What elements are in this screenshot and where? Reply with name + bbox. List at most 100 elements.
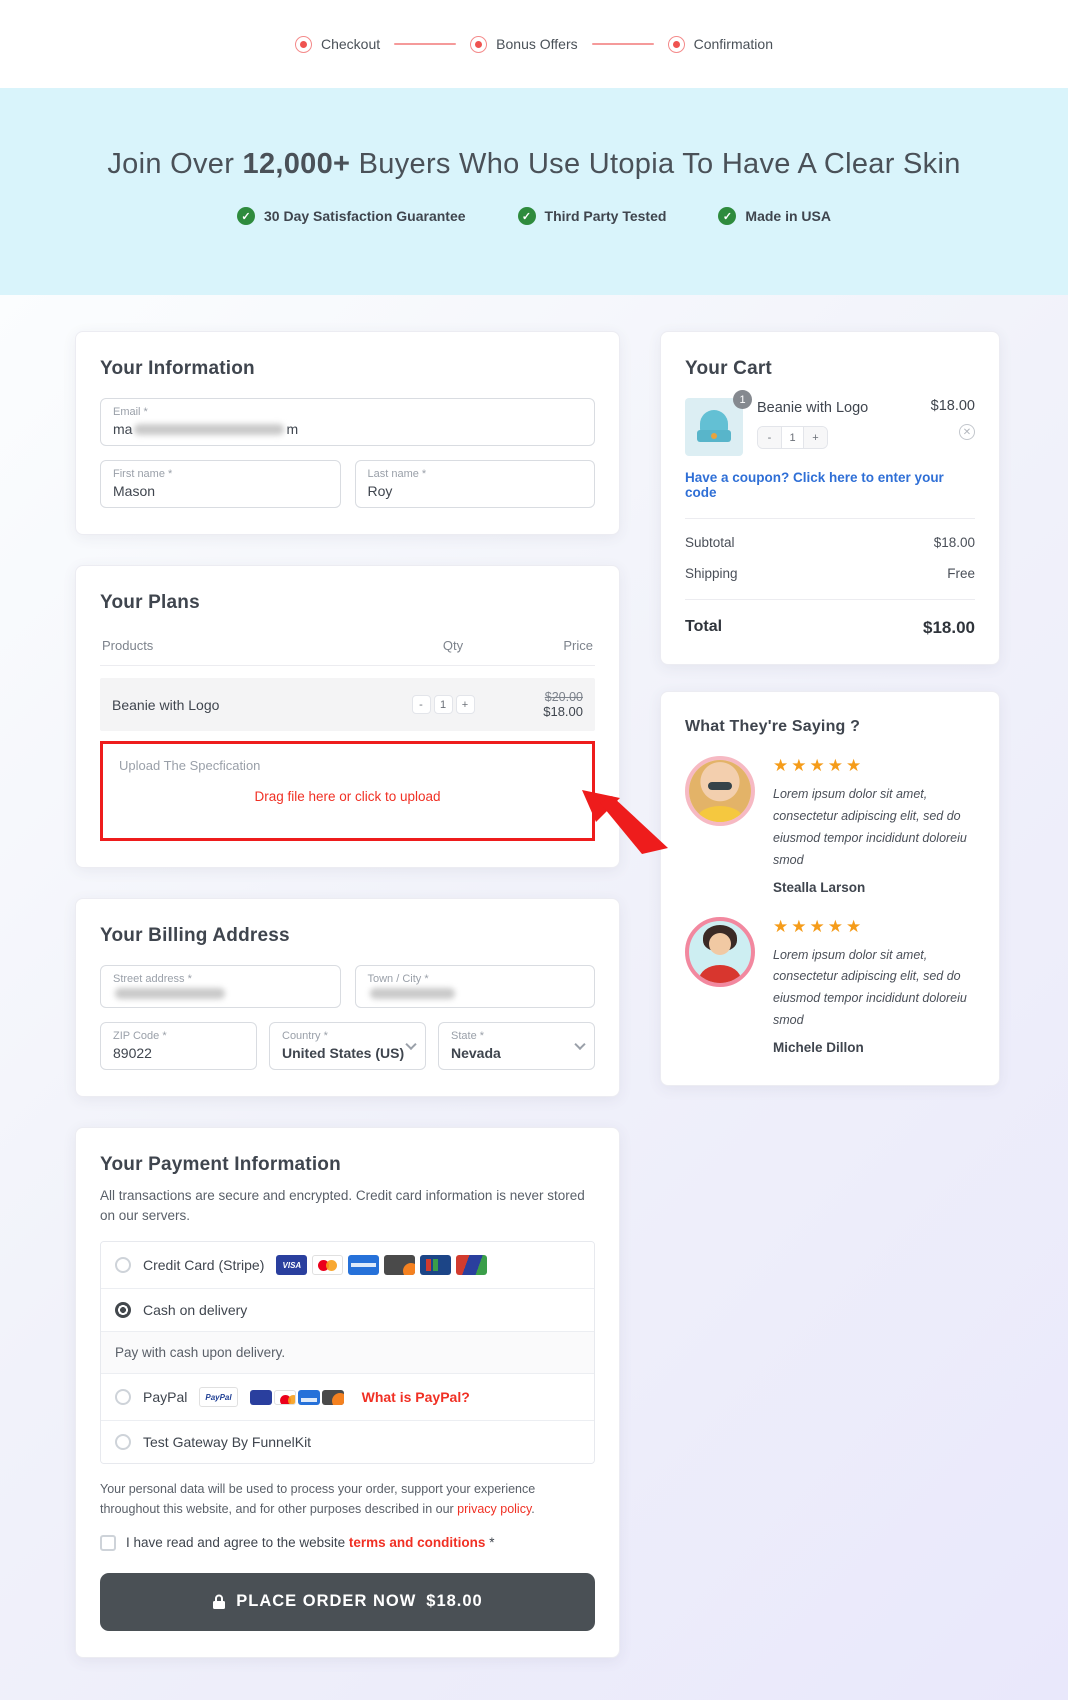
steps: Checkout Bonus Offers Confirmation	[295, 35, 773, 53]
total-value: $18.00	[923, 618, 975, 637]
cart-item-price: $18.00	[930, 398, 975, 414]
remove-item-icon[interactable]: ✕	[959, 424, 975, 440]
star-rating: ★★★★★	[773, 756, 865, 775]
radio-unselected-icon[interactable]	[115, 1257, 131, 1274]
col-price: Price	[563, 638, 593, 653]
your-cart-card: Your Cart 1 Beanie with Logo - 1 + $18.0…	[660, 331, 1000, 665]
testimonial-body: ★★★★★ Lorem ipsum dolor sit amet, consec…	[773, 756, 975, 895]
qty-increase-button[interactable]: +	[455, 695, 475, 714]
town-city-field[interactable]: Town / City *	[354, 965, 595, 1008]
shipping-row: Shipping Free	[685, 566, 975, 581]
terms-agreement-row: I have read and agree to the website ter…	[100, 1534, 595, 1551]
email-label: Email *	[113, 406, 148, 418]
state-select[interactable]: State * Nevada	[438, 1022, 595, 1070]
cart-qty-badge: 1	[733, 390, 752, 409]
method-paypal[interactable]: PayPal PayPal What is PayPal?	[101, 1374, 594, 1422]
cart-item-right: $18.00 ✕	[931, 398, 975, 456]
mastercard-icon	[312, 1255, 344, 1276]
country-value: United States (US)	[282, 1045, 405, 1061]
divider	[685, 518, 975, 519]
col-qty: Qty	[442, 638, 464, 653]
step-label: Bonus Offers	[496, 36, 578, 52]
step-bonus-offers[interactable]: Bonus Offers	[470, 35, 578, 53]
redacted-street	[115, 988, 225, 999]
step-radio-icon	[470, 35, 488, 53]
terms-and-conditions-link[interactable]: terms and conditions	[349, 1535, 486, 1550]
paypal-card-icons	[249, 1389, 344, 1405]
divider	[685, 599, 975, 600]
first-name-field[interactable]: First name * Mason	[100, 460, 341, 508]
amex-icon	[348, 1255, 380, 1276]
step-radio-icon	[667, 35, 685, 53]
upload-specification-annotated-region: Upload The Specfication Drag file here o…	[100, 741, 668, 854]
privacy-policy-link[interactable]: privacy policy	[457, 1502, 531, 1516]
cart-item: 1 Beanie with Logo - 1 + $18.00 ✕	[685, 390, 975, 456]
avatar	[685, 756, 755, 826]
section-title: Your Plans	[100, 592, 200, 613]
terms-checkbox[interactable]	[100, 1534, 116, 1551]
method-test-gateway[interactable]: Test Gateway By FunnelKit	[101, 1421, 594, 1464]
hero-title: Join Over 12,000+ Buyers Who Use Utopia …	[107, 148, 961, 180]
qty-value[interactable]: 1	[781, 427, 804, 448]
product-image-wrap: 1	[685, 390, 752, 456]
badge-tested: ✓ Third Party Tested	[517, 207, 666, 225]
step-connector	[591, 43, 654, 45]
redacted-email	[134, 423, 285, 435]
badge-usa: ✓ Made in USA	[718, 207, 831, 225]
testimonial-body: ★★★★★ Lorem ipsum dolor sit amet, consec…	[773, 917, 975, 1056]
what-is-paypal-link[interactable]: What is PayPal?	[362, 1389, 470, 1405]
discover-icon	[384, 1255, 416, 1276]
step-confirmation[interactable]: Confirmation	[667, 35, 773, 53]
street-address-field[interactable]: Street address *	[100, 965, 341, 1008]
town-label: Town / City *	[367, 973, 429, 985]
step-checkout[interactable]: Checkout	[295, 35, 380, 53]
zip-label: ZIP Code *	[113, 1030, 167, 1042]
country-select[interactable]: Country * United States (US)	[269, 1022, 426, 1070]
qty-increase-button[interactable]: +	[804, 427, 827, 448]
diners-club-icon	[456, 1255, 488, 1276]
cart-item-name: Beanie with Logo	[757, 400, 869, 416]
checkout-form-column: Your Information Email * ma m First name…	[75, 331, 668, 1658]
reviewer-name: Michele Dillon	[773, 1040, 864, 1055]
your-information-card: Your Information Email * ma m First name…	[75, 331, 620, 535]
step-radio-icon	[295, 35, 312, 53]
badge-guarantee: ✓ 30 Day Satisfaction Guarantee	[237, 207, 466, 225]
qty-decrease-button[interactable]: -	[758, 427, 781, 448]
quantity-stepper: - 1 +	[383, 695, 503, 714]
order-button-label: PLACE ORDER NOW	[236, 1592, 417, 1611]
section-title: Your Cart	[685, 358, 772, 379]
shipping-value: Free	[947, 566, 975, 581]
hero-banner: Join Over 12,000+ Buyers Who Use Utopia …	[0, 88, 1068, 295]
redacted-town	[369, 988, 455, 999]
file-upload-dropzone[interactable]: Drag file here or click to upload	[119, 789, 576, 804]
qty-decrease-button[interactable]: -	[411, 695, 431, 714]
radio-unselected-icon[interactable]	[115, 1434, 131, 1451]
price-cell: $20.00 $18.00	[503, 690, 583, 719]
payment-information-card: Your Payment Information All transaction…	[75, 1127, 620, 1658]
cash-on-delivery-description: Pay with cash upon delivery.	[101, 1332, 594, 1375]
last-name-field[interactable]: Last name * Roy	[354, 460, 595, 508]
method-label: Cash on delivery	[143, 1302, 248, 1319]
qty-value[interactable]: 1	[433, 695, 453, 714]
checkout-progress-bar: Checkout Bonus Offers Confirmation	[0, 0, 1068, 88]
badge-label: Made in USA	[745, 208, 831, 224]
current-price: $18.00	[543, 704, 583, 719]
email-field[interactable]: Email * ma m	[100, 398, 595, 446]
subtotal-value: $18.00	[933, 535, 975, 550]
radio-selected-icon[interactable]	[115, 1302, 131, 1319]
zip-code-field[interactable]: ZIP Code * 89022	[100, 1022, 257, 1070]
method-credit-card[interactable]: Credit Card (Stripe) VISA	[101, 1242, 594, 1290]
jcb-icon	[420, 1255, 452, 1276]
street-value	[113, 988, 328, 999]
star-rating: ★★★★★	[773, 916, 865, 936]
coupon-link[interactable]: Have a coupon? Click here to enter your …	[685, 470, 975, 500]
card-brand-icons: VISA	[276, 1255, 488, 1276]
radio-unselected-icon[interactable]	[115, 1389, 131, 1406]
visa-icon	[249, 1389, 272, 1405]
zip-value: 89022	[113, 1045, 152, 1061]
method-cash-on-delivery[interactable]: Cash on delivery	[101, 1289, 594, 1333]
payment-methods-list: Credit Card (Stripe) VISA Cash on delive…	[100, 1241, 595, 1465]
place-order-button[interactable]: PLACE ORDER NOW $18.00	[100, 1572, 595, 1631]
state-label: State *	[451, 1030, 485, 1042]
lock-icon	[213, 1594, 226, 1609]
